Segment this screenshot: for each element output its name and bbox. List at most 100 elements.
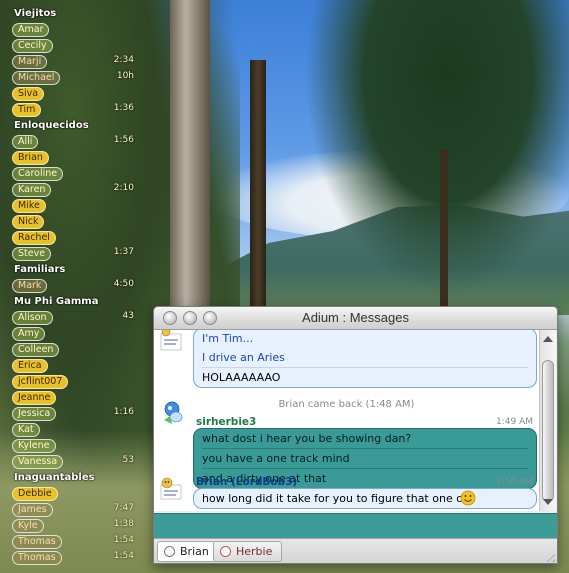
contact-row[interactable]: Kat <box>10 422 138 438</box>
sender-name[interactable]: Brian (LordBob3) <box>196 476 297 488</box>
contact-name[interactable]: Jeanne <box>12 391 57 405</box>
contact-name[interactable]: Kat <box>12 423 40 437</box>
message-bubble: how long did it take for you to figure t… <box>193 488 537 509</box>
idle-time: 1:56 <box>113 135 134 145</box>
contact-row[interactable]: Vanessa 53 <box>10 454 138 470</box>
contact-name[interactable]: Kylene <box>12 439 56 453</box>
contact-name[interactable]: Mike <box>12 199 46 213</box>
message-transcript[interactable]: I'm Tim... I drive an Aries HOLAAAAAAO B… <box>154 330 539 511</box>
contact-row[interactable]: Erica <box>10 358 138 374</box>
contact-row[interactable]: Karen 2:10 <box>10 182 138 198</box>
group-header-enloquecidos[interactable]: Enloquecidos <box>10 118 138 134</box>
contact-row[interactable]: Kylene <box>10 438 138 454</box>
contact-row[interactable]: Jeanne <box>10 390 138 406</box>
contact-row[interactable]: Alli 1:56 <box>10 134 138 150</box>
contact-name[interactable]: Marji <box>12 55 48 69</box>
contact-name[interactable]: Caroline <box>12 167 64 181</box>
contact-name[interactable]: Colleen <box>12 343 60 357</box>
scroll-thumb[interactable] <box>542 360 554 502</box>
contact-name[interactable]: James <box>12 503 53 517</box>
contact-name[interactable]: Thomas <box>12 535 62 549</box>
contact-row[interactable]: Kyle 1:38 <box>10 518 138 534</box>
contact-name[interactable]: Nick <box>12 215 45 229</box>
contact-name[interactable]: Kyle <box>12 519 44 533</box>
tab-brian[interactable]: Brian <box>157 541 216 562</box>
contact-name[interactable]: Steve <box>12 247 52 261</box>
tree-trunk <box>440 150 448 310</box>
contact-name[interactable]: Tim <box>12 103 42 117</box>
resize-grip-icon[interactable] <box>543 550 555 562</box>
contact-row[interactable]: Caroline <box>10 166 138 182</box>
contact-name[interactable]: Alli <box>12 135 39 149</box>
contact-name[interactable]: Erica <box>12 359 48 373</box>
contact-name[interactable]: Jessica <box>12 407 57 421</box>
contact-row[interactable]: Amy <box>10 326 138 342</box>
group-header-viejitos[interactable]: Viejitos <box>10 6 138 22</box>
contact-row[interactable]: Nick <box>10 214 138 230</box>
idle-time: 53 <box>122 455 134 465</box>
idle-time: 1:36 <box>113 103 134 113</box>
contact-row[interactable]: Thomas 1:54 <box>10 534 138 550</box>
contact-row[interactable]: jcflint007 <box>10 374 138 390</box>
contact-name[interactable]: Mark <box>12 279 48 293</box>
group-header-inaguantables[interactable]: Inaguantables <box>10 470 138 486</box>
tab-herbie[interactable]: Herbie <box>213 541 282 562</box>
idle-time: 1:16 <box>113 407 134 417</box>
contact-row[interactable]: Marji 2:34 <box>10 54 138 70</box>
idle-time: 43 <box>122 311 134 321</box>
contact-name[interactable]: Rachel <box>12 231 56 245</box>
sender-name[interactable]: sirherbie3 <box>196 416 256 428</box>
buddy-icon-avatar <box>160 477 182 500</box>
message-text: HOLAAAAAAO <box>202 371 281 384</box>
idle-time: 2:34 <box>113 55 134 65</box>
contact-row[interactable]: James 7:47 <box>10 502 138 518</box>
contact-name[interactable]: Siva <box>12 87 45 101</box>
contact-name[interactable]: Brian <box>12 151 49 165</box>
smiley-emoticon-icon <box>460 490 476 506</box>
idle-time: 1:54 <box>113 551 134 561</box>
contact-name[interactable]: Cecily <box>12 39 53 53</box>
contact-row[interactable]: Rachel <box>10 230 138 246</box>
contact-row[interactable]: Siva <box>10 86 138 102</box>
contact-row[interactable]: Debbie <box>10 486 138 502</box>
contact-name[interactable]: jcflint007 <box>12 375 69 389</box>
message-timestamp: 1:49 AM <box>496 417 533 427</box>
group-header-mu-phi-gamma[interactable]: Mu Phi Gamma <box>10 294 138 310</box>
status-dot-icon <box>164 546 175 557</box>
contact-row[interactable]: Michael 10h <box>10 70 138 86</box>
contact-row[interactable]: Mike <box>10 198 138 214</box>
buddy-icon-avatar <box>164 401 183 424</box>
message-input[interactable] <box>154 513 557 538</box>
contact-row[interactable]: Thomas 1:54 <box>10 550 138 566</box>
messages-window: Adium : Messages I'm Tim... I drive an A… <box>153 306 558 564</box>
contact-name[interactable]: Amar <box>12 23 50 37</box>
contact-row[interactable]: Alison 43 <box>10 310 138 326</box>
contact-name[interactable]: Thomas <box>12 551 62 565</box>
contact-row[interactable]: Tim 1:36 <box>10 102 138 118</box>
contact-name[interactable]: Michael <box>12 71 61 85</box>
transcript-scrollbar[interactable] <box>539 330 556 511</box>
scroll-up-arrow-icon[interactable] <box>543 336 553 342</box>
window-title: Adium : Messages <box>302 310 409 325</box>
contact-row[interactable]: Jessica 1:16 <box>10 406 138 422</box>
contact-row[interactable]: Amar <box>10 22 138 38</box>
buddy-icon-avatar <box>160 330 182 351</box>
contact-row[interactable]: Colleen <box>10 342 138 358</box>
message-text: how long did it take for you to figure t… <box>202 492 475 505</box>
window-titlebar[interactable]: Adium : Messages <box>154 307 557 330</box>
scroll-down-arrow-icon[interactable] <box>543 499 553 505</box>
contact-name[interactable]: Alison <box>12 311 53 325</box>
group-header-familiars[interactable]: Familiars <box>10 262 138 278</box>
contact-row[interactable]: Mark 4:50 <box>10 278 138 294</box>
contact-name[interactable]: Debbie <box>12 487 58 501</box>
contact-row[interactable]: Cecily <box>10 38 138 54</box>
contact-name[interactable]: Vanessa <box>12 455 64 469</box>
contact-name[interactable]: Amy <box>12 327 46 341</box>
idle-time: 10h <box>116 71 134 81</box>
contact-row[interactable]: Steve 1:37 <box>10 246 138 262</box>
idle-time: 1:37 <box>113 247 134 257</box>
idle-time: 4:50 <box>113 279 134 289</box>
message-text: you have a one track mind <box>202 452 350 465</box>
contact-row[interactable]: Brian <box>10 150 138 166</box>
contact-name[interactable]: Karen <box>12 183 52 197</box>
